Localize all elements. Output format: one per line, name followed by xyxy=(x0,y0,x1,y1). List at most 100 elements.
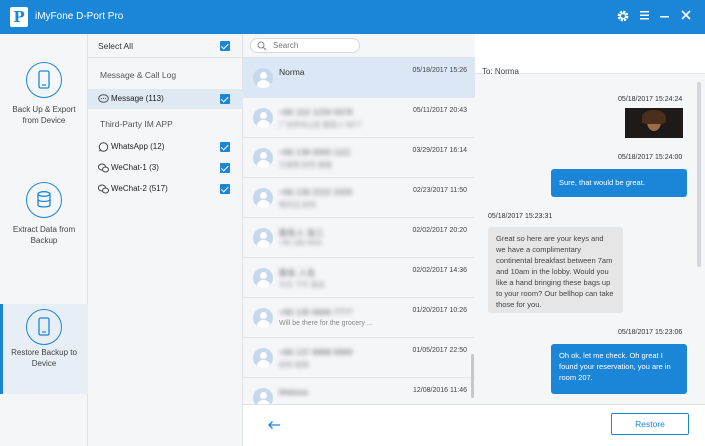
wechat-icon xyxy=(97,163,109,173)
category-label-wechat-2: WeChat-2 (517) xyxy=(111,184,168,193)
chat-scrollbar[interactable] xyxy=(697,82,701,267)
conversation-preview: 广州市中心区 联系人 5677 xyxy=(279,122,362,129)
conversation-list-panel: Norma 05/18/2017 15:26 +86 152 1234 5678… xyxy=(243,34,475,446)
conversation-date: 01/05/2017 22:50 xyxy=(412,347,468,354)
conversation-date: 12/08/2016 11:46 xyxy=(413,387,467,394)
section-title-im-app: Third-Party IM APP xyxy=(100,119,173,129)
conversation-row[interactable]: 联系 人名 今天 下午 到达 02/02/2017 14:36 xyxy=(243,258,475,298)
conversation-preview: 好的 收到 xyxy=(279,362,309,369)
conversation-name: Norma xyxy=(279,67,305,77)
avatar xyxy=(253,308,273,328)
nav-restore-backup[interactable]: Restore Backup to Device xyxy=(0,304,88,394)
conversation-name: 联系 人名 xyxy=(279,268,316,278)
phone-restore-icon xyxy=(26,309,62,345)
conversation-preview: 已收到 好的 谢谢 xyxy=(279,162,332,169)
conversation-row[interactable]: 联系人 张三 +86 188 4444 02/02/2017 20:20 xyxy=(243,218,475,258)
avatar xyxy=(253,268,273,288)
conversation-rows: Norma 05/18/2017 15:26 +86 152 1234 5678… xyxy=(243,58,475,404)
conversation-preview: +86 188 4444 xyxy=(279,240,323,247)
search-box[interactable] xyxy=(250,38,360,53)
phone-sync-icon xyxy=(26,62,62,98)
avatar xyxy=(253,108,273,128)
restore-button[interactable]: Restore xyxy=(611,413,689,435)
menu-icon[interactable] xyxy=(639,9,655,25)
category-item-message[interactable]: Message (113) xyxy=(88,89,243,109)
conversation-name: +86 137 8888 9999 xyxy=(279,347,353,357)
conversation-date: 02/23/2017 11:50 xyxy=(413,187,467,194)
conversation-row[interactable]: +86 138 0000 1111 已收到 好的 谢谢 03/29/2017 1… xyxy=(243,138,475,178)
message-image[interactable] xyxy=(625,108,683,138)
conversation-date: 01/20/2017 10:26 xyxy=(412,307,468,314)
nav-label-backup-export: Back Up & Export from Device xyxy=(12,105,76,125)
message-checkbox[interactable] xyxy=(220,94,230,104)
category-item-whatsapp[interactable]: WhatsApp (12) xyxy=(88,137,243,157)
conversation-preview: 明天见 好的 xyxy=(279,202,316,209)
select-all-row: Select All xyxy=(88,34,243,58)
conversation-name: 联系人 张三 xyxy=(279,228,324,238)
message-bubble-outgoing: Oh ok, let me check. Oh great I found yo… xyxy=(551,344,687,394)
close-icon[interactable] xyxy=(680,9,696,25)
conversation-preview: 今天 下午 到达 xyxy=(279,282,325,289)
list-footer xyxy=(243,404,475,446)
avatar xyxy=(253,388,273,404)
chat-recipient: To: Norma xyxy=(482,67,519,76)
app-title: iMyFone D-Port Pro xyxy=(35,11,124,22)
message-timestamp: 05/18/2017 15:23:06 xyxy=(618,329,683,336)
conversation-row[interactable]: +86 135 6666 7777 Will be there for the … xyxy=(243,298,475,338)
left-nav: Back Up & Export from Device Extract Dat… xyxy=(0,34,88,446)
wechat-1-checkbox[interactable] xyxy=(220,163,230,173)
nav-label-restore-backup: Restore Backup to Device xyxy=(11,348,77,368)
arrow-left-icon[interactable] xyxy=(267,420,281,432)
title-bar: P iMyFone D-Port Pro xyxy=(0,0,705,34)
conversation-row[interactable]: +86 137 8888 9999 好的 收到 01/05/2017 22:50 xyxy=(243,338,475,378)
list-scrollbar[interactable] xyxy=(471,354,474,398)
conversation-date: 05/11/2017 20:43 xyxy=(413,107,467,114)
message-bubble-incoming: Great so here are your keys and we have … xyxy=(488,227,623,313)
conversation-name: +86 135 6666 7777 xyxy=(279,307,353,317)
avatar xyxy=(253,68,273,88)
avatar xyxy=(253,188,273,208)
gear-icon[interactable] xyxy=(616,9,632,25)
wechat-icon xyxy=(97,184,109,194)
whatsapp-icon xyxy=(98,142,109,152)
conversation-date: 05/18/2017 15:26 xyxy=(412,67,468,74)
conversation-row[interactable]: +86 139 2222 3333 明天见 好的 02/23/2017 11:5… xyxy=(243,178,475,218)
minimize-icon[interactable] xyxy=(659,9,675,25)
section-title-message: Message & Call Log xyxy=(100,70,177,80)
conversation-name: +86 138 0000 1111 xyxy=(279,147,351,157)
category-label-wechat-1: WeChat-1 (3) xyxy=(111,163,159,172)
whatsapp-checkbox[interactable] xyxy=(220,142,230,152)
avatar xyxy=(253,228,273,248)
category-item-wechat-2[interactable]: WeChat-2 (517) xyxy=(88,179,243,199)
conversation-date: 02/02/2017 14:36 xyxy=(412,267,468,274)
database-icon xyxy=(26,182,62,218)
conversation-date: 03/29/2017 16:14 xyxy=(412,147,468,154)
message-icon xyxy=(98,94,109,104)
wechat-2-checkbox[interactable] xyxy=(220,184,230,194)
chat-messages: 05/18/2017 15:24:24 05/18/2017 15:24:00 … xyxy=(475,82,705,404)
chat-footer: Restore xyxy=(475,404,705,446)
message-timestamp: 05/18/2017 15:23:31 xyxy=(488,213,553,220)
category-panel: Select All Message & Call Log Message (1… xyxy=(88,34,243,446)
conversation-row[interactable]: Norma 05/18/2017 15:26 xyxy=(243,58,475,98)
conversation-name: Melissa xyxy=(279,387,308,397)
nav-backup-export[interactable]: Back Up & Export from Device xyxy=(0,54,88,144)
conversation-date: 02/02/2017 20:20 xyxy=(412,227,468,234)
nav-label-extract-backup: Extract Data from Backup xyxy=(12,225,76,245)
search-input[interactable] xyxy=(273,40,357,51)
nav-extract-backup[interactable]: Extract Data from Backup xyxy=(0,174,88,264)
chat-panel: To: Norma 05/18/2017 15:24:24 05/18/2017… xyxy=(475,34,705,446)
conversation-name: +86 139 2222 3333 xyxy=(279,187,353,197)
conversation-row[interactable]: Melissa 12/08/2016 11:46 xyxy=(243,378,475,404)
category-label-message: Message (113) xyxy=(111,94,164,103)
conversation-row[interactable]: +86 152 1234 5678 广州市中心区 联系人 5677 05/11/… xyxy=(243,98,475,138)
message-timestamp: 05/18/2017 15:24:00 xyxy=(618,154,683,161)
conversation-name: +86 152 1234 5678 xyxy=(279,107,353,117)
category-item-wechat-1[interactable]: WeChat-1 (3) xyxy=(88,158,243,178)
category-label-whatsapp: WhatsApp (12) xyxy=(111,142,165,151)
search-icon xyxy=(257,41,267,51)
list-header xyxy=(243,34,475,58)
select-all-checkbox[interactable] xyxy=(220,41,230,51)
select-all-label: Select All xyxy=(98,41,133,51)
conversation-preview: Will be there for the grocery ... xyxy=(279,320,373,327)
